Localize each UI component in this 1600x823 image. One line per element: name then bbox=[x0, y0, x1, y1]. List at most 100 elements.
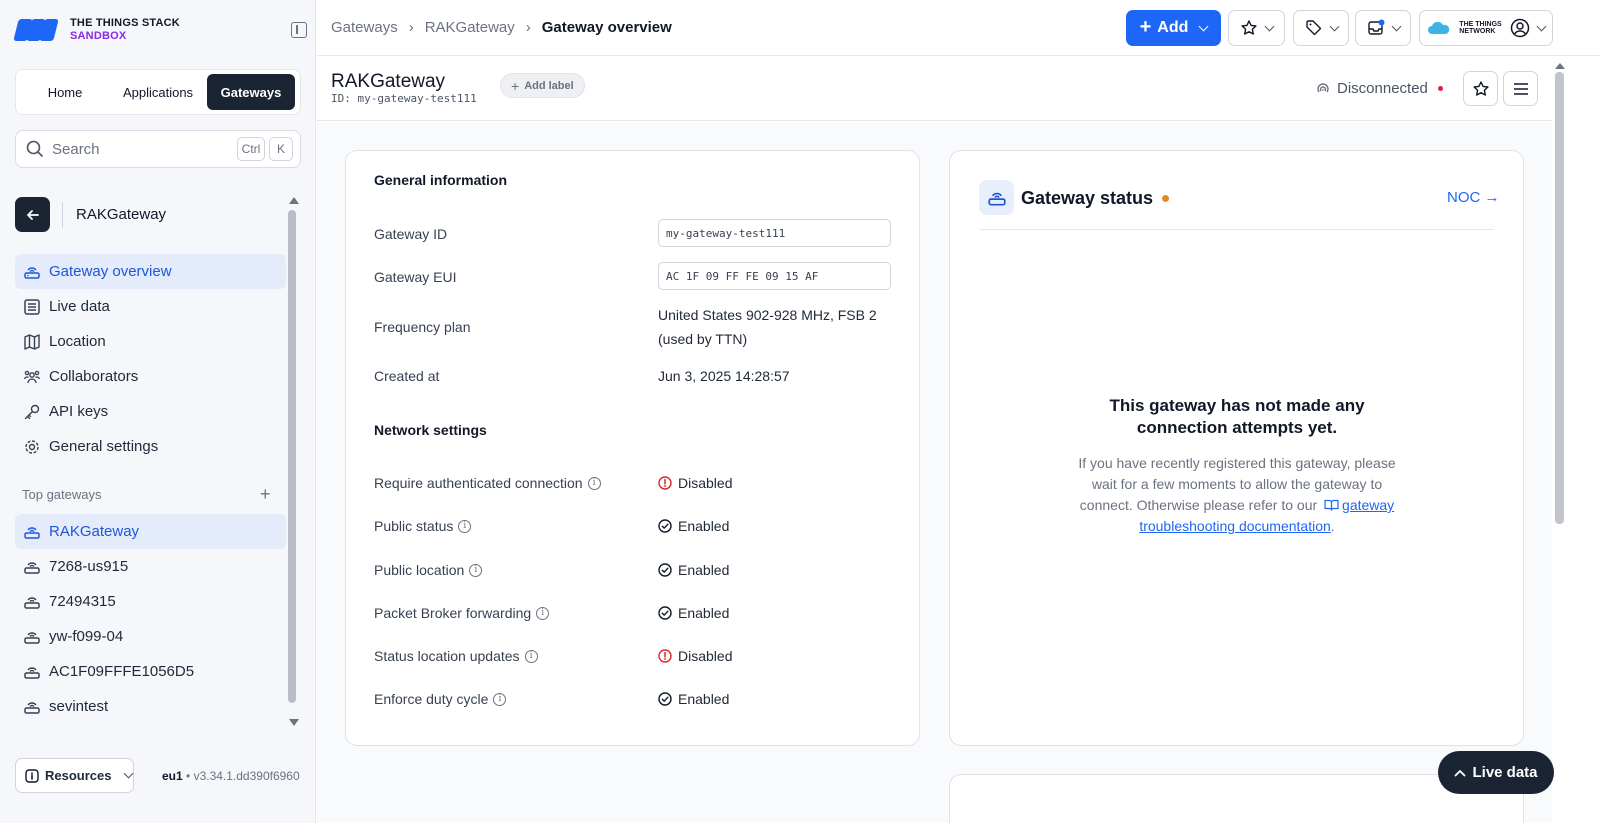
setting-value: Enabled bbox=[658, 691, 729, 707]
nav-gateway-overview[interactable]: Gateway overview bbox=[15, 254, 286, 289]
setting-value: Enabled bbox=[658, 518, 729, 534]
frequency-plan-label: Frequency plan bbox=[374, 319, 471, 335]
chevron-up-icon bbox=[1455, 769, 1466, 776]
nav-label: Live data bbox=[49, 298, 110, 315]
top-header: Gateways › RAKGateway › Gateway overview… bbox=[317, 0, 1600, 56]
labels-button[interactable] bbox=[1293, 10, 1349, 46]
info-icon[interactable]: i bbox=[524, 649, 538, 663]
star-icon bbox=[1241, 20, 1257, 35]
gateway-id-field[interactable]: my-gateway-test111 bbox=[658, 219, 891, 247]
setting-label: Enforce duty cycle i bbox=[374, 691, 507, 707]
setting-label-text: Public location bbox=[374, 562, 465, 578]
kbd-ctrl: Ctrl bbox=[237, 137, 265, 161]
info-icon[interactable]: i bbox=[458, 519, 472, 533]
back-button[interactable] bbox=[15, 197, 50, 232]
tab-gateways[interactable]: Gateways bbox=[206, 74, 296, 110]
gateway-item-label: 7268-us915 bbox=[49, 558, 129, 575]
status-dot bbox=[1437, 86, 1443, 91]
setting-label-text: Require authenticated connection bbox=[374, 475, 583, 491]
live-data-button[interactable]: Live data bbox=[1438, 751, 1554, 794]
gateway-status-title-text: Gateway status bbox=[1021, 188, 1154, 208]
brand-logo[interactable]: THE THINGS STACK SANDBOX bbox=[13, 16, 180, 44]
scroll-up-icon[interactable] bbox=[289, 197, 299, 204]
add-label: Add bbox=[1157, 19, 1189, 36]
tag-icon bbox=[1305, 20, 1321, 36]
add-label-text: Add label bbox=[524, 79, 574, 92]
add-button[interactable]: + Add bbox=[1126, 10, 1221, 46]
setting-value-text: Enabled bbox=[678, 562, 730, 578]
check-circle-icon bbox=[658, 606, 672, 620]
setting-label: Public status i bbox=[374, 518, 472, 534]
nav-label: General settings bbox=[49, 438, 159, 455]
gateway-item[interactable]: yw-f099-04 bbox=[15, 619, 286, 654]
plus-icon[interactable]: + bbox=[260, 484, 271, 505]
sidebar-collapse-icon[interactable] bbox=[291, 22, 307, 38]
setting-value-text: Enabled bbox=[678, 691, 730, 707]
chevron-down-icon bbox=[1198, 21, 1209, 31]
setting-label-text: Enforce duty cycle bbox=[374, 691, 489, 707]
gateway-item[interactable]: RAKGateway bbox=[15, 514, 286, 549]
setting-label-text: Status location updates bbox=[374, 648, 520, 664]
gear-icon bbox=[22, 437, 42, 457]
info-icon[interactable]: i bbox=[493, 692, 507, 706]
resources-button[interactable]: Resources bbox=[15, 758, 134, 793]
gateway-item[interactable]: 72494315 bbox=[15, 584, 286, 619]
gateway-item[interactable]: 7268-us915 bbox=[15, 549, 286, 584]
nav-collaborators[interactable]: Collaborators bbox=[15, 359, 286, 394]
info-icon[interactable]: i bbox=[536, 606, 550, 620]
next-card bbox=[949, 774, 1524, 823]
tab-home[interactable]: Home bbox=[21, 74, 109, 110]
setting-value: Disabled bbox=[658, 475, 732, 491]
entity-name: RAKGateway bbox=[76, 206, 167, 223]
created-at-value: Jun 3, 2025 14:28:57 bbox=[658, 368, 790, 384]
scroll-up-icon[interactable] bbox=[1555, 63, 1565, 69]
info-icon[interactable]: i bbox=[587, 476, 601, 490]
nav-general-settings[interactable]: General settings bbox=[15, 429, 286, 464]
scroll-down-icon[interactable] bbox=[289, 719, 299, 726]
notifications-button[interactable] bbox=[1355, 10, 1411, 46]
signal-icon bbox=[1317, 82, 1329, 92]
account-button[interactable]: THE THINGS NETWORK bbox=[1419, 10, 1553, 46]
noc-link[interactable]: NOC → bbox=[1447, 189, 1500, 206]
chevron-right-icon: › bbox=[525, 19, 531, 36]
bookmarks-button[interactable] bbox=[1228, 10, 1285, 46]
add-label-button[interactable]: + Add label bbox=[500, 73, 585, 98]
nav-label: API keys bbox=[49, 403, 109, 420]
alert-circle-icon bbox=[658, 476, 672, 490]
nav-location[interactable]: Location bbox=[15, 324, 286, 359]
info-icon[interactable]: i bbox=[469, 563, 483, 577]
setting-value-text: Enabled bbox=[678, 518, 730, 534]
nav-label: Location bbox=[49, 333, 106, 350]
menu-button[interactable] bbox=[1503, 71, 1538, 106]
tab-applications[interactable]: Applications bbox=[109, 74, 207, 110]
bookmark-button[interactable] bbox=[1463, 71, 1498, 106]
gateway-id-label: Gateway ID bbox=[374, 226, 448, 242]
gateway-eui-field[interactable]: AC 1F 09 FF FE 09 15 AF bbox=[658, 262, 891, 290]
sidebar-scrollbar[interactable] bbox=[288, 210, 296, 703]
general-info-heading: General information bbox=[374, 172, 508, 188]
breadcrumb-gateways[interactable]: Gateways bbox=[331, 19, 398, 36]
nav-live-data[interactable]: Live data bbox=[15, 289, 286, 324]
setting-label-text: Packet Broker forwarding bbox=[374, 605, 532, 621]
connection-status: Disconnected bbox=[1315, 80, 1443, 97]
version-info: eu1 • v3.34.1.dd390f6960 bbox=[162, 769, 300, 783]
search-placeholder: Search bbox=[52, 140, 100, 158]
gateway-item[interactable]: sevintest bbox=[15, 689, 286, 724]
setting-label-text: Public status bbox=[374, 518, 454, 534]
breadcrumb-rakgateway[interactable]: RAKGateway bbox=[425, 19, 515, 36]
gateway-eui-label: Gateway EUI bbox=[374, 269, 457, 285]
page-scrollbar[interactable] bbox=[1555, 72, 1564, 524]
gateway-icon bbox=[22, 522, 42, 542]
search-input[interactable]: Search Ctrl K bbox=[15, 130, 301, 168]
gateway-item[interactable]: AC1F09FFFE1056D5 bbox=[15, 654, 286, 689]
gateway-icon bbox=[22, 262, 42, 282]
sidebar: THE THINGS STACK SANDBOX Home Applicatio… bbox=[0, 0, 316, 823]
nav-api-keys[interactable]: API keys bbox=[15, 394, 286, 429]
region-label: eu1 bbox=[162, 769, 183, 783]
chevron-down-icon bbox=[1329, 21, 1339, 31]
empty-state-end: . bbox=[1330, 518, 1335, 534]
setting-value-text: Disabled bbox=[678, 475, 733, 491]
gateway-icon bbox=[22, 557, 42, 577]
key-icon bbox=[22, 402, 42, 422]
setting-value: Disabled bbox=[658, 648, 732, 664]
